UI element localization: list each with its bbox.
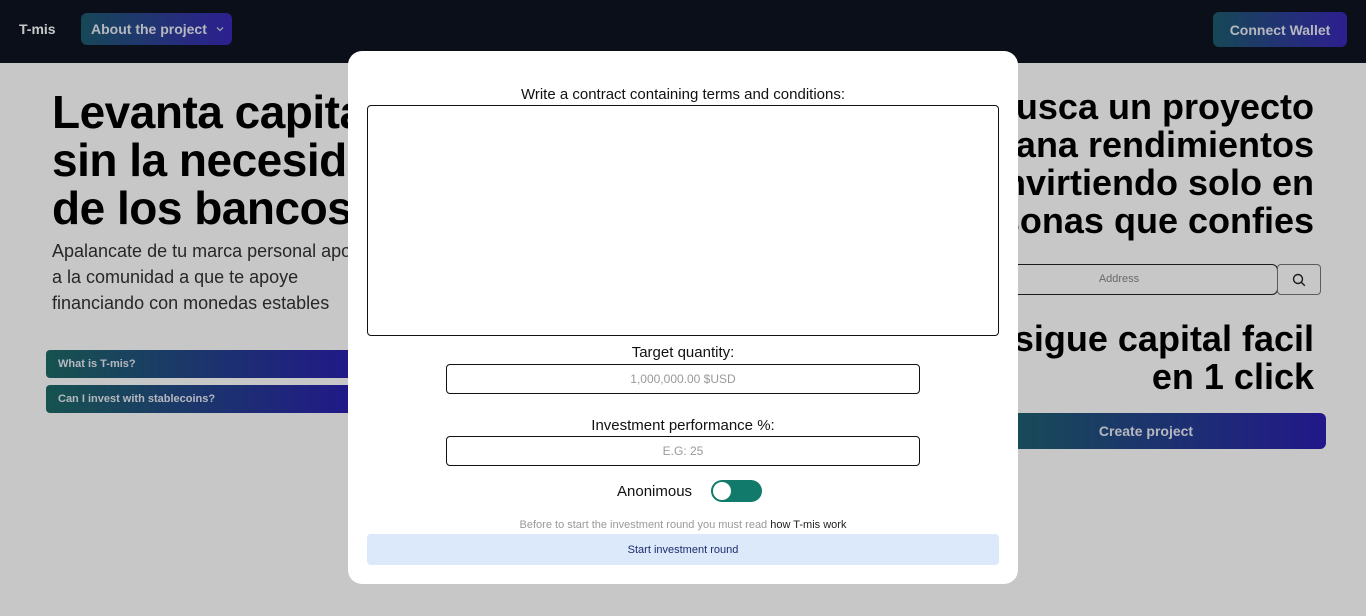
investment-performance-input[interactable]: E.G: 25 [446,436,920,466]
anonimous-label: Anonimous [617,482,693,500]
anonimous-toggle[interactable] [711,480,763,502]
toggle-knob [713,482,732,500]
anonimous-row: Anonimous [617,479,763,503]
target-quantity-input[interactable]: 1,000,000.00 $USD [446,364,920,394]
terms-textarea[interactable] [367,105,999,336]
target-quantity-label: Target quantity: [631,344,735,361]
notice-message: Before to start the investment round you… [519,519,768,531]
create-project-modal: Write a contract containing terms and co… [348,51,1018,584]
start-investment-round-button[interactable]: Start investment round [367,534,999,565]
notice-text: Before to start the investment round you… [348,519,1018,531]
terms-label: Write a contract containing terms and co… [520,86,846,103]
investment-performance-label: Investment performance %: [591,417,775,434]
how-tmis-works-link[interactable]: how T-mis work [770,519,846,531]
